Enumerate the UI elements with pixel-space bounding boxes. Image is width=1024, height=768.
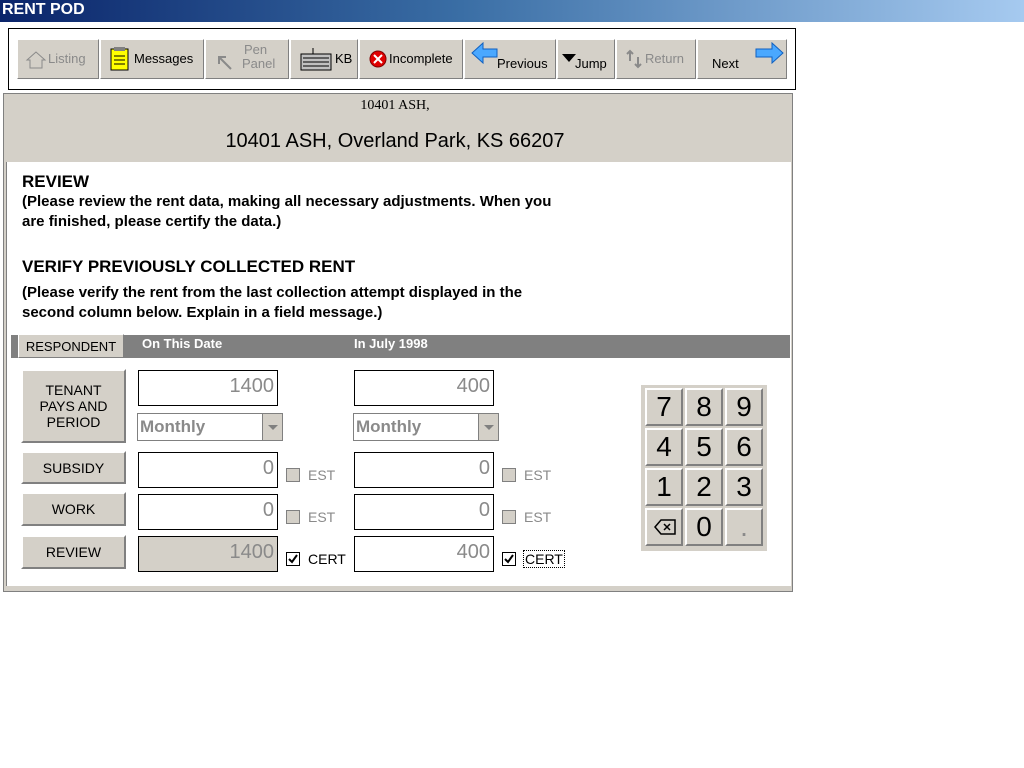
backspace-key[interactable]	[645, 508, 683, 546]
next-button[interactable]: Next	[697, 39, 787, 79]
key-9[interactable]: 9	[725, 388, 763, 426]
key-4[interactable]: 4	[645, 428, 683, 466]
arrow-right-icon	[755, 42, 784, 64]
backspace-icon	[654, 519, 676, 535]
review-instructions-2: are finished, please certify the data.)	[22, 213, 282, 230]
cert-previous-label: CERT	[523, 550, 565, 568]
keyboard-icon	[300, 48, 332, 71]
work-current-est-label: EST	[308, 509, 336, 525]
key-5[interactable]: 5	[685, 428, 723, 466]
key-6[interactable]: 6	[725, 428, 763, 466]
pen-label: Pen	[244, 42, 268, 57]
period-previous-select[interactable]: Monthly	[353, 413, 499, 441]
column-header-current: On This Date	[142, 336, 223, 351]
cert-current-checkbox[interactable]	[286, 552, 300, 566]
subsidy-current-input[interactable]: 0	[138, 452, 278, 488]
cert-current-label: CERT	[308, 551, 346, 567]
error-x-icon	[369, 50, 387, 68]
subsidy-previous-input[interactable]: 0	[354, 452, 494, 488]
listing-label: Listing	[48, 51, 86, 66]
house-icon	[25, 51, 47, 69]
subsidy-current-est-checkbox[interactable]	[286, 468, 300, 482]
listing-button[interactable]: Listing	[17, 39, 99, 79]
key-3[interactable]: 3	[725, 468, 763, 506]
tenant-pays-button[interactable]: TENANT PAYS AND PERIOD	[21, 369, 126, 443]
check-icon	[504, 554, 514, 564]
cert-previous-checkbox[interactable]	[502, 552, 516, 566]
verify-instructions-2: second column below. Explain in a field …	[22, 304, 383, 321]
tenant-pays-previous-input[interactable]: 400	[354, 370, 494, 406]
chevron-down-icon[interactable]	[478, 414, 498, 440]
pen-arrow-icon	[218, 56, 232, 70]
respondent-button[interactable]: RESPONDENT	[18, 334, 124, 358]
review-button[interactable]: REVIEW	[21, 535, 126, 569]
tenant-pays-current-input[interactable]: 1400	[138, 370, 278, 406]
window-title: RENT POD	[2, 1, 85, 18]
work-previous-est-label: EST	[524, 509, 552, 525]
review-instructions-1: (Please review the rent data, making all…	[22, 193, 552, 210]
previous-label: Previous	[497, 56, 548, 71]
subsidy-previous-est-checkbox[interactable]	[502, 468, 516, 482]
key-8[interactable]: 8	[685, 388, 723, 426]
keyboard-button[interactable]: KB	[290, 39, 358, 79]
notepad-icon	[110, 47, 129, 71]
return-label: Return	[645, 51, 685, 66]
return-arrows-icon	[626, 49, 642, 69]
toolbar: Listing Messages Pen Panel KB Incomplete	[8, 28, 796, 90]
incomplete-button[interactable]: Incomplete	[359, 39, 463, 79]
jump-button[interactable]: Jump	[557, 39, 615, 79]
work-current-input[interactable]: 0	[138, 494, 278, 530]
jump-label: Jump	[575, 56, 607, 71]
review-previous-input[interactable]: 400	[354, 536, 494, 572]
period-current-value: Monthly	[140, 417, 206, 436]
review-title: REVIEW	[22, 172, 90, 191]
incomplete-label: Incomplete	[389, 51, 453, 66]
period-previous-value: Monthly	[356, 417, 422, 436]
address-full: 10401 ASH, Overland Park, KS 66207	[225, 130, 565, 152]
subsidy-current-est-label: EST	[308, 467, 336, 483]
verify-instructions-1: (Please verify the rent from the last co…	[22, 284, 523, 301]
pen-panel-button[interactable]: Pen Panel	[205, 39, 289, 79]
check-icon	[288, 554, 298, 564]
title-bar: RENT POD	[0, 0, 1024, 22]
messages-label: Messages	[134, 51, 194, 66]
chevron-down-icon[interactable]	[262, 414, 282, 440]
work-current-est-checkbox[interactable]	[286, 510, 300, 524]
messages-button[interactable]: Messages	[100, 39, 204, 79]
key-decimal[interactable]: .	[725, 508, 763, 546]
work-previous-est-checkbox[interactable]	[502, 510, 516, 524]
column-header-previous: In July 1998	[354, 336, 428, 351]
key-1[interactable]: 1	[645, 468, 683, 506]
work-button[interactable]: WORK	[21, 492, 126, 526]
arrow-left-icon	[471, 42, 498, 64]
subsidy-previous-est-label: EST	[524, 467, 552, 483]
key-2[interactable]: 2	[685, 468, 723, 506]
work-previous-input[interactable]: 0	[354, 494, 494, 530]
key-0[interactable]: 0	[685, 508, 723, 546]
triangle-down-icon	[562, 54, 576, 62]
verify-title: VERIFY PREVIOUSLY COLLECTED RENT	[22, 257, 356, 276]
panel-label: Panel	[242, 56, 276, 71]
previous-button[interactable]: Previous	[464, 39, 556, 79]
key-7[interactable]: 7	[645, 388, 683, 426]
next-label: Next	[712, 56, 739, 71]
review-current-value: 1400	[138, 536, 278, 572]
return-button[interactable]: Return	[616, 39, 696, 79]
address-short: 10401 ASH,	[360, 98, 430, 113]
period-current-select[interactable]: Monthly	[137, 413, 283, 441]
subsidy-button[interactable]: SUBSIDY	[21, 451, 126, 484]
kb-label: KB	[335, 51, 353, 66]
numeric-keypad: 7 8 9 4 5 6 1 2 3 0 .	[641, 385, 767, 551]
